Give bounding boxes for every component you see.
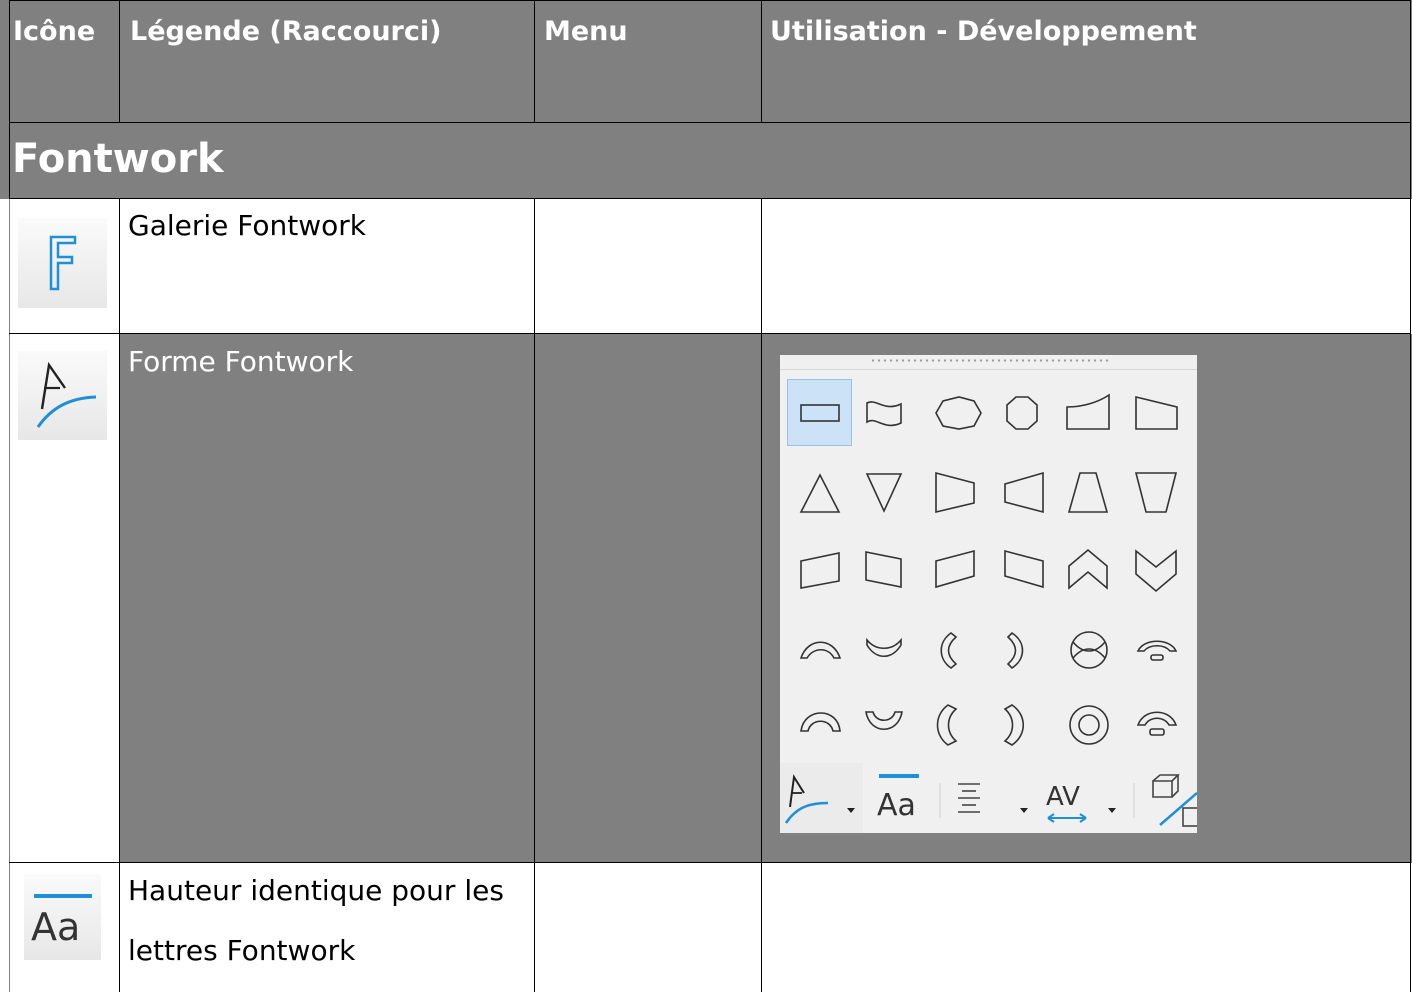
shape-fade-upright[interactable] [935, 549, 975, 589]
grid-line [9, 862, 1411, 863]
toolbar-dropdown-arrow-icon[interactable] [1020, 808, 1028, 813]
shape-triangle-up[interactable] [799, 473, 841, 513]
shape-chevron-down[interactable] [1135, 549, 1177, 593]
shape-arch-down-curve[interactable] [866, 637, 902, 658]
grid-line [1410, 0, 1411, 992]
grid-line [9, 333, 1411, 334]
header-usage: Utilisation - Développement [770, 16, 1197, 47]
header-caption: Légende (Raccourci) [130, 16, 442, 47]
shape-octagon[interactable] [1006, 396, 1038, 430]
shape-arch-right-curve[interactable] [1006, 631, 1024, 670]
shape-chevron-up[interactable] [1068, 548, 1108, 590]
grid-line [761, 199, 762, 992]
toolbar-dropdown-arrow-icon[interactable] [847, 808, 855, 813]
toolbar-toggle-extrusion-icon[interactable] [1152, 774, 1197, 827]
fontwork-shape-palette: Aa AV [780, 355, 1197, 833]
fontwork-table: Icône Légende (Raccourci) Menu Utilisati… [0, 0, 1412, 992]
svg-text:Aa: Aa [31, 905, 80, 949]
fontwork-gallery-icon [18, 218, 107, 308]
header-icon: Icône [13, 16, 96, 47]
row3-caption-line1: Hauteur identique pour les [128, 874, 504, 907]
grid-line [534, 0, 535, 123]
shape-octagon-stop[interactable] [935, 396, 982, 430]
fontwork-same-letter-heights-icon: Aa [24, 874, 101, 960]
fontwork-toolbar: Aa AV [780, 763, 1197, 833]
shape-fade-up[interactable] [1067, 472, 1109, 513]
row3-caption-line2: lettres Fontwork [128, 934, 356, 967]
row2-caption: Forme Fontwork [128, 345, 354, 378]
shape-curve-up[interactable] [1066, 393, 1110, 430]
shape-arch-up-curve[interactable] [799, 641, 842, 659]
shape-plain-text[interactable] [800, 404, 840, 422]
toolbar-character-spacing-icon[interactable]: AV [1046, 782, 1087, 823]
shape-open-circle-pour[interactable] [1136, 711, 1178, 736]
grid-line [9, 122, 1411, 123]
shape-wave[interactable] [866, 401, 902, 427]
shape-slant-down[interactable] [865, 551, 902, 588]
toolbar-fontwork-shape-icon[interactable] [784, 774, 829, 824]
fontwork-shape-icon [18, 351, 107, 440]
shape-fade-upleft[interactable] [1004, 549, 1044, 589]
shape-arch-down-pour[interactable] [865, 711, 903, 730]
shape-circle-pour[interactable] [1069, 705, 1109, 745]
shape-arch-up-pour[interactable] [800, 712, 841, 732]
shape-arch-left-curve[interactable] [940, 632, 958, 669]
toolbar-alignment-icon[interactable] [958, 783, 980, 813]
svg-text:AV: AV [1046, 782, 1080, 812]
grid-line [9, 0, 1411, 1]
grid-line [9, 0, 10, 199]
toolbar-same-letter-heights-icon[interactable]: Aa [877, 774, 919, 823]
toolbar-dropdown-arrow-icon[interactable] [1108, 808, 1116, 813]
grid-line [761, 0, 762, 123]
header-row: Icône Légende (Raccourci) Menu Utilisati… [0, 0, 1412, 123]
header-menu: Menu [544, 16, 628, 47]
shape-arch-left-pour[interactable] [936, 704, 958, 746]
shape-circle-curve[interactable] [1070, 631, 1108, 669]
shape-triangle-down[interactable] [865, 473, 903, 513]
row2-bg [120, 334, 1412, 863]
shape-curve-down[interactable] [1135, 395, 1178, 430]
row1-caption: Galerie Fontwork [128, 209, 366, 242]
shape-fade-left[interactable] [1004, 471, 1044, 514]
shape-open-circle-curve[interactable] [1136, 640, 1178, 661]
shape-fade-down[interactable] [1134, 472, 1178, 513]
svg-text:Aa: Aa [877, 788, 916, 823]
shape-arch-right-pour[interactable] [1003, 704, 1025, 746]
grid-line [534, 199, 535, 992]
grid-line [119, 0, 120, 123]
section-title: Fontwork [12, 136, 224, 182]
grid-line [9, 198, 1411, 199]
shape-fade-right[interactable] [935, 471, 975, 514]
grid-line [9, 199, 10, 992]
shape-slant-up[interactable] [800, 552, 840, 589]
grid-line [119, 199, 120, 992]
